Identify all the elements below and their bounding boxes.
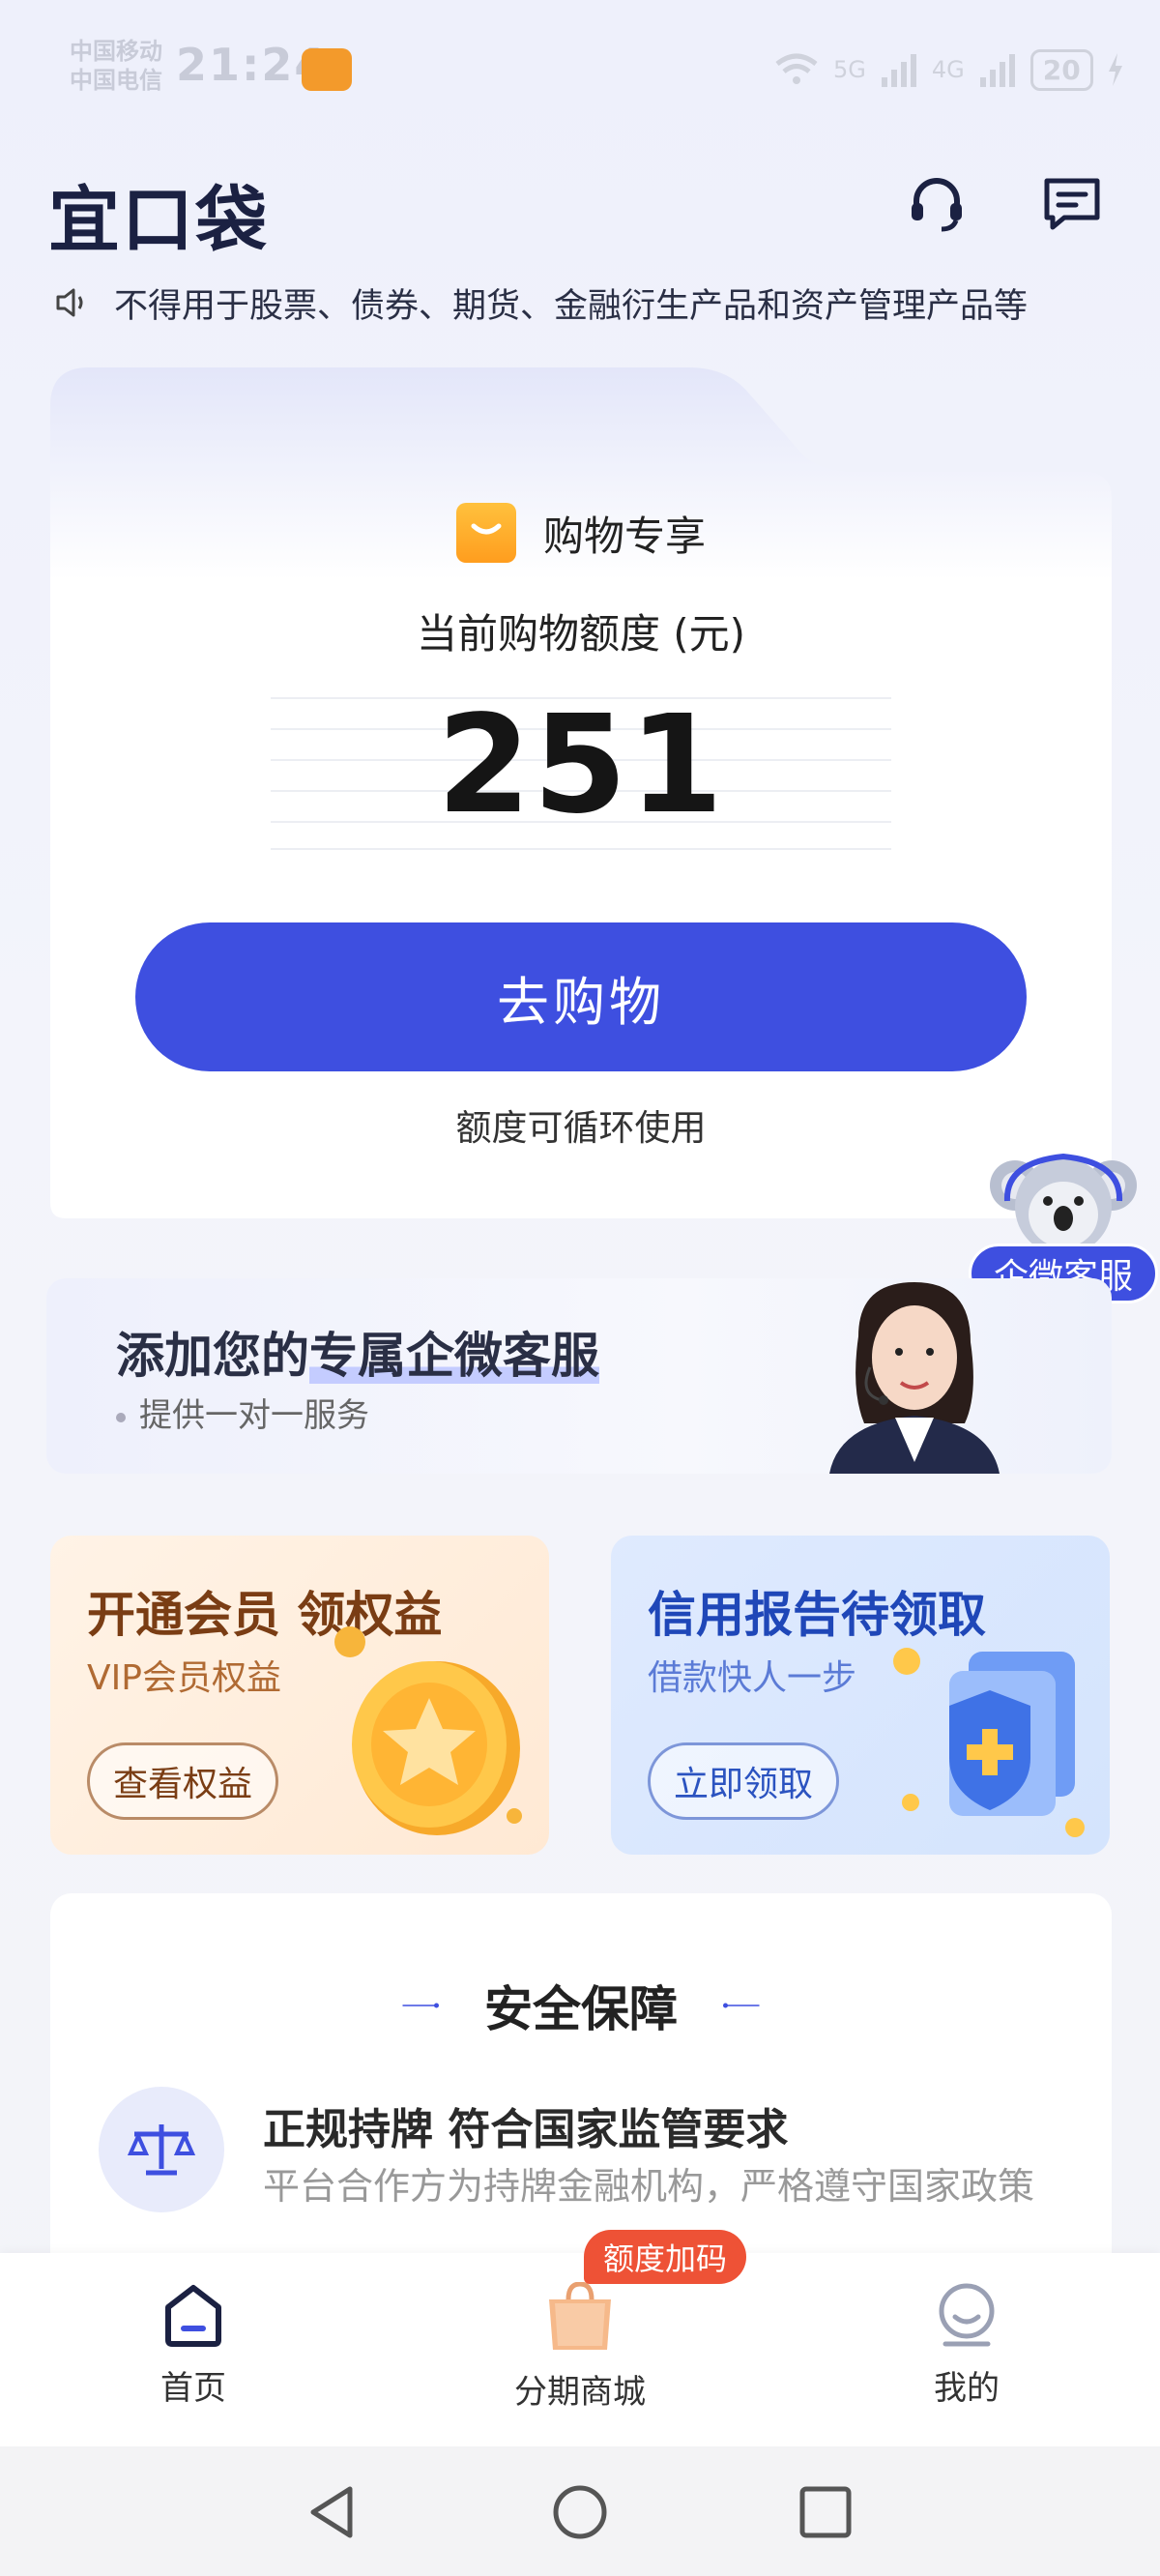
shopping-tag-label: 购物专享 bbox=[542, 512, 706, 560]
signal-2-icon bbox=[979, 54, 1015, 87]
wifi-icon bbox=[775, 53, 818, 84]
status-bar: 中国移动 中国电信 21:24 5G 4G 20 bbox=[0, 0, 1160, 145]
credit-label: 当前购物额度 (元) bbox=[416, 610, 746, 658]
service-title-prefix: 添加您的 bbox=[116, 1328, 309, 1384]
security-title: 安全保障 bbox=[484, 1981, 678, 2037]
credit-report-promo-card[interactable]: 信用报告待领取 借款快人一步 立即领取 bbox=[611, 1536, 1110, 1855]
nav-mall[interactable]: 分期商城 bbox=[464, 2282, 696, 2427]
vip-promo-subtitle: VIP会员权益 bbox=[87, 1658, 281, 1698]
network-1-label: 5G bbox=[833, 56, 866, 83]
messages-button[interactable] bbox=[1038, 170, 1106, 238]
service-title-highlight: 专属企微客服 bbox=[309, 1328, 599, 1384]
profile-icon bbox=[939, 2283, 995, 2347]
service-banner-title: 添加您的专属企微客服 bbox=[116, 1317, 599, 1387]
nav-profile[interactable]: 我的 bbox=[851, 2282, 1083, 2427]
battery-indicator: 20 bbox=[1030, 48, 1093, 91]
nav-profile-label: 我的 bbox=[934, 2369, 1000, 2408]
heading-decoration-left bbox=[402, 2003, 439, 2008]
credit-reuse-note: 额度可循环使用 bbox=[455, 1107, 707, 1149]
credit-promo-subtitle: 借款快人一步 bbox=[648, 1658, 857, 1698]
service-banner-subtitle: 提供一对一服务 bbox=[116, 1389, 369, 1436]
system-navigation-bar bbox=[0, 2446, 1160, 2576]
security-item-subtitle: 平台合作方为持牌金融机构，严格遵守国家政策 bbox=[263, 2165, 1035, 2208]
bottom-navigation: 首页 分期商城 额度加码 我的 bbox=[0, 2230, 1160, 2446]
customer-service-button[interactable] bbox=[903, 170, 971, 238]
credit-amount: 251 bbox=[436, 687, 726, 844]
security-section: 安全保障 正规持牌 符合国家监管要求 平台合作方为持牌金融机构，严格遵守国家政策 bbox=[50, 1893, 1112, 2299]
charging-icon bbox=[1108, 53, 1122, 86]
shopping-tag-row: 购物专享 bbox=[50, 503, 1112, 563]
gold-coin-star-icon bbox=[334, 1626, 522, 1835]
shopping-bag-nav-icon bbox=[549, 2282, 611, 2350]
vip-promo-card[interactable]: 开通会员 领权益 VIP会员权益 查看权益 bbox=[50, 1536, 549, 1855]
app-logo: 宜口袋 bbox=[48, 179, 269, 262]
claim-now-button[interactable]: 立即领取 bbox=[648, 1742, 840, 1820]
carrier-1: 中国移动 bbox=[70, 38, 162, 65]
app-notification-icon bbox=[302, 48, 352, 91]
nav-mall-label: 分期商城 bbox=[514, 2373, 646, 2412]
shopping-bag-icon bbox=[455, 503, 516, 563]
security-heading: 安全保障 bbox=[50, 1971, 1112, 2040]
back-icon[interactable] bbox=[305, 2483, 360, 2541]
credit-boost-badge: 额度加码 bbox=[584, 2230, 747, 2284]
recent-apps-icon[interactable] bbox=[798, 2485, 853, 2539]
home-circle-icon[interactable] bbox=[551, 2483, 609, 2541]
shield-document-icon bbox=[893, 1648, 1085, 1837]
service-agent-illustration bbox=[829, 1282, 1000, 1474]
headset-icon bbox=[912, 178, 962, 232]
carrier-2: 中国电信 bbox=[70, 67, 162, 94]
service-banner[interactable]: 添加您的专属企微客服 提供一对一服务 bbox=[46, 1278, 1112, 1474]
heading-decoration-right bbox=[723, 2003, 760, 2008]
license-icon-wrapper bbox=[99, 2087, 224, 2212]
signal-1-icon bbox=[881, 54, 916, 87]
home-icon bbox=[165, 2285, 221, 2347]
view-benefits-button[interactable]: 查看权益 bbox=[87, 1742, 279, 1820]
security-item-title: 正规持牌 符合国家监管要求 bbox=[263, 2105, 789, 2154]
message-icon bbox=[1044, 178, 1100, 230]
nav-home[interactable]: 首页 bbox=[77, 2282, 309, 2427]
notice-text: 不得用于股票、债券、期货、金融衍生产品和资产管理产品等 bbox=[114, 286, 1029, 326]
shopping-credit-card: 购物专享 当前购物额度 (元) 251 去购物 额度可循环使用 bbox=[50, 367, 1112, 1218]
go-shopping-button[interactable]: 去购物 bbox=[135, 922, 1027, 1071]
nav-home-label: 首页 bbox=[160, 2369, 226, 2408]
carrier-info: 中国移动 中国电信 bbox=[70, 37, 162, 95]
speaker-icon bbox=[56, 288, 83, 317]
status-icons: 5G 4G 20 bbox=[773, 46, 1124, 93]
network-2-label: 4G bbox=[931, 56, 965, 83]
notice-bar[interactable]: 不得用于股票、债券、期货、金融衍生产品和资产管理产品等 bbox=[54, 278, 1108, 327]
balance-scale-icon bbox=[127, 2124, 196, 2176]
